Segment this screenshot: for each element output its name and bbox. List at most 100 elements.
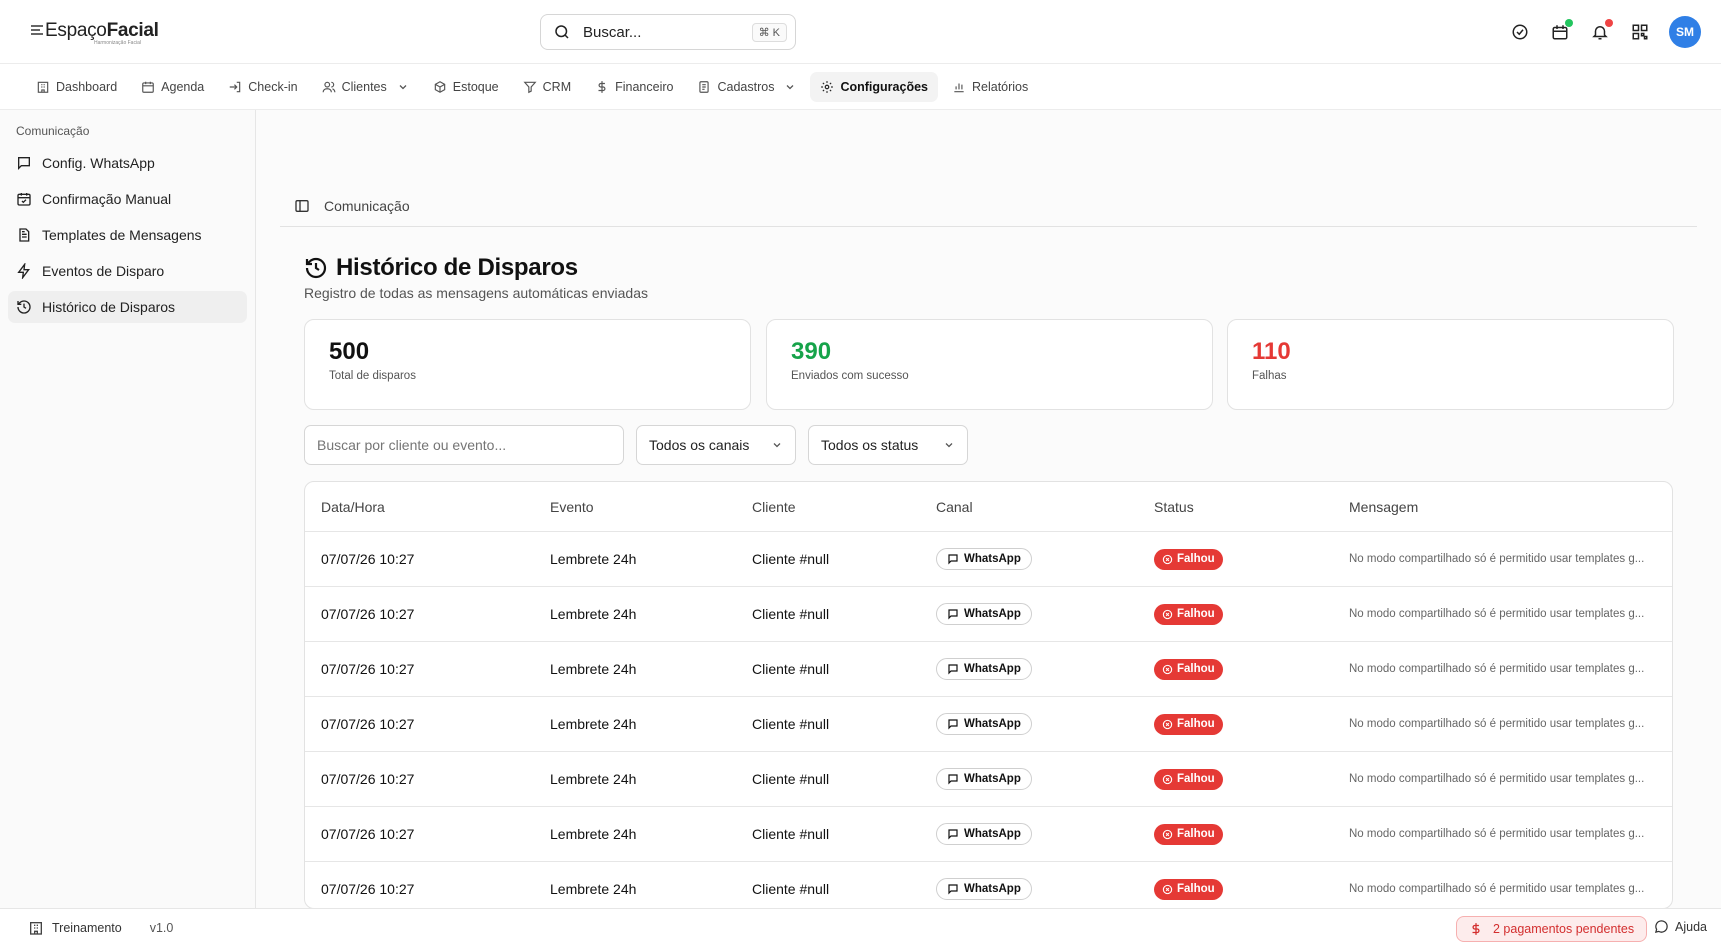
status-badge: Falhou <box>1154 548 1223 570</box>
nav-agenda[interactable]: Agenda <box>131 72 214 102</box>
environment-indicator[interactable]: Treinamento <box>28 920 122 936</box>
cell-message: No modo compartilhado só é permitido usa… <box>1349 697 1659 751</box>
column-header[interactable]: Evento <box>550 482 594 531</box>
table-row[interactable]: 07/07/26 10:27 Lembrete 24h Cliente #nul… <box>305 862 1672 908</box>
history-icon <box>305 257 327 279</box>
status-badge: Falhou <box>1154 768 1223 790</box>
nav-configuracoes[interactable]: Configurações <box>810 71 938 102</box>
stat-label: Falhas <box>1252 370 1287 382</box>
channel-chip-label: WhatsApp <box>964 828 1021 840</box>
status-badge-label: Falhou <box>1177 883 1215 895</box>
sidebar-item-config-whatsapp[interactable]: Config. WhatsApp <box>8 147 247 179</box>
notification-dot <box>1605 19 1613 27</box>
sidebar-item-eventos[interactable]: Eventos de Disparo <box>8 255 247 287</box>
sidebar-item-label: Histórico de Disparos <box>42 299 176 315</box>
nav-label: Dashboard <box>56 79 118 94</box>
table-row[interactable]: 07/07/26 10:27 Lembrete 24h Cliente #nul… <box>305 642 1672 697</box>
help-button[interactable]: Ajuda <box>1654 919 1707 934</box>
qr-code-icon[interactable] <box>1629 21 1651 43</box>
column-header[interactable]: Mensagem <box>1349 482 1659 531</box>
table-row[interactable]: 07/07/26 10:27 Lembrete 24h Cliente #nul… <box>305 532 1672 587</box>
users-icon <box>322 81 336 92</box>
stat-label: Enviados com sucesso <box>791 370 909 382</box>
cell-client: Cliente #null <box>752 881 830 897</box>
cell-event: Lembrete 24h <box>550 551 637 567</box>
message-text: No modo compartilhado só é permitido usa… <box>1349 662 1645 675</box>
stat-value: 500 <box>329 338 370 365</box>
cell-event: Lembrete 24h <box>550 606 637 622</box>
bell-icon[interactable] <box>1589 19 1613 43</box>
nav-clientes[interactable]: Clientes <box>312 72 419 102</box>
logo-mark-icon <box>31 25 43 35</box>
cell-event: Lembrete 24h <box>550 716 637 732</box>
cell-datetime: 07/07/26 10:27 <box>321 551 415 567</box>
channel-chip: WhatsApp <box>936 658 1032 680</box>
cell-client: Cliente #null <box>752 606 830 622</box>
filter-icon <box>523 81 537 93</box>
message-icon <box>948 829 958 840</box>
channel-select[interactable]: Todos os canais <box>636 425 796 465</box>
status-badge-label: Falhou <box>1177 773 1215 785</box>
pending-payments-button[interactable]: 2 pagamentos pendentes <box>1456 916 1648 942</box>
nav-financeiro[interactable]: Financeiro <box>585 72 683 102</box>
column-header[interactable]: Cliente <box>752 482 796 531</box>
breadcrumb: Comunicação <box>280 186 1697 227</box>
stat-card-failures: 110 Falhas <box>1227 319 1674 410</box>
cell-event: Lembrete 24h <box>550 881 637 897</box>
cell-datetime: 07/07/26 10:27 <box>321 716 415 732</box>
user-avatar[interactable]: SM <box>1669 16 1701 48</box>
stat-value: 390 <box>791 338 832 365</box>
nav-crm[interactable]: CRM <box>513 72 581 102</box>
search-icon <box>555 25 569 39</box>
table-row[interactable]: 07/07/26 10:27 Lembrete 24h Cliente #nul… <box>305 587 1672 642</box>
x-circle-icon <box>1162 609 1173 619</box>
sidebar-item-label: Confirmação Manual <box>42 191 172 207</box>
brand-tagline: Harmonização Facial <box>94 40 141 46</box>
status-badge: Falhou <box>1154 658 1223 680</box>
zap-icon <box>17 263 30 279</box>
check-circle-icon[interactable] <box>1509 21 1531 43</box>
status-select[interactable]: Todos os status <box>808 425 968 465</box>
message-text: No modo compartilhado só é permitido usa… <box>1349 827 1645 840</box>
status-badge-label: Falhou <box>1177 718 1215 730</box>
status-badge-label: Falhou <box>1177 663 1215 675</box>
x-circle-icon <box>1162 664 1173 674</box>
x-circle-icon <box>1162 774 1173 784</box>
history-search-input[interactable] <box>304 425 624 465</box>
message-icon <box>18 157 30 170</box>
dollar-icon <box>1472 923 1480 935</box>
cell-message: No modo compartilhado só é permitido usa… <box>1349 587 1659 641</box>
nav-cadastros[interactable]: Cadastros <box>687 72 806 102</box>
status-badge: Falhou <box>1154 603 1223 625</box>
table-row[interactable]: 07/07/26 10:27 Lembrete 24h Cliente #nul… <box>305 697 1672 752</box>
environment-label: Treinamento <box>52 921 122 935</box>
calendar-check-icon <box>17 193 31 206</box>
channel-select-value: Todos os canais <box>649 437 750 453</box>
calendar-icon[interactable] <box>1549 19 1573 43</box>
page-subtitle: Registro de todas as mensagens automátic… <box>304 285 648 301</box>
column-header[interactable]: Canal <box>936 482 973 531</box>
stat-card-success: 390 Enviados com sucesso <box>766 319 1213 410</box>
brand-logo[interactable]: EspaçoFacial Harmonização Facial <box>30 20 159 46</box>
cell-channel: WhatsApp <box>936 642 1032 696</box>
table-row[interactable]: 07/07/26 10:27 Lembrete 24h Cliente #nul… <box>305 752 1672 807</box>
nav-estoque[interactable]: Estoque <box>423 72 509 102</box>
login-icon <box>230 81 241 92</box>
chevron-down-icon <box>399 84 407 89</box>
cell-client: Cliente #null <box>752 826 830 842</box>
table-row[interactable]: 07/07/26 10:27 Lembrete 24h Cliente #nul… <box>305 807 1672 862</box>
sidebar-toggle-icon[interactable] <box>294 198 310 214</box>
file-text-icon <box>19 228 30 242</box>
footer-bar: Treinamento v1.0 2 pagamentos pendentes … <box>0 908 1721 947</box>
channel-chip: WhatsApp <box>936 603 1032 625</box>
column-header[interactable]: Status <box>1154 482 1194 531</box>
sidebar-item-historico[interactable]: Histórico de Disparos <box>8 291 247 323</box>
nav-relatorios[interactable]: Relatórios <box>942 72 1038 102</box>
nav-checkin[interactable]: Check-in <box>218 72 307 102</box>
global-search[interactable]: Buscar... ⌘ K <box>540 14 796 50</box>
sidebar-item-confirmacao-manual[interactable]: Confirmação Manual <box>8 183 247 215</box>
nav-dashboard[interactable]: Dashboard <box>26 72 127 102</box>
sidebar-group-title: Comunicação <box>16 124 90 138</box>
column-header[interactable]: Data/Hora <box>321 482 385 531</box>
sidebar-item-templates[interactable]: Templates de Mensagens <box>8 219 247 251</box>
